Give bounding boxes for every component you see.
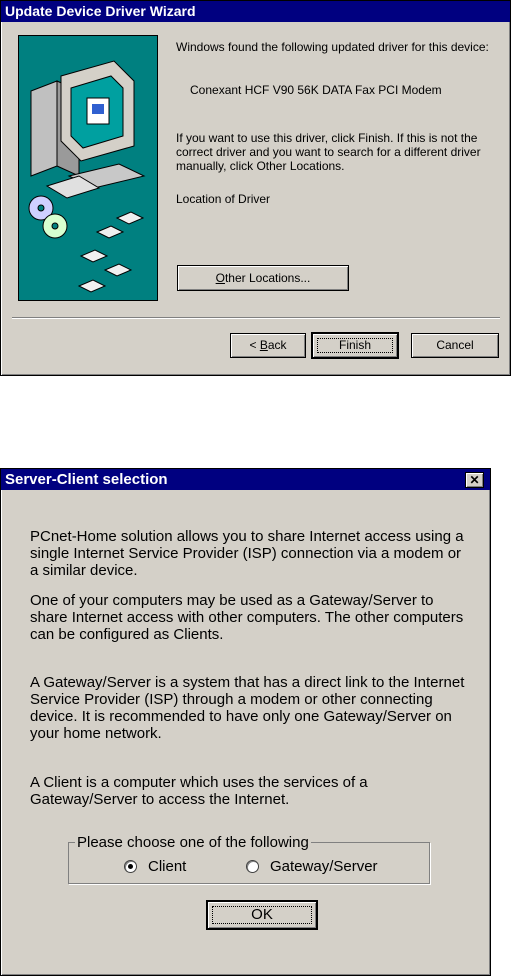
wizard-title-bar[interactable]: Update Device Driver Wizard: [1, 1, 510, 22]
update-driver-wizard-window: Update Device Driver Wizard Windows foun…: [0, 0, 511, 376]
dialog-paragraph-2: One of your computers may be used as a G…: [30, 592, 464, 643]
finish-button[interactable]: Finish: [311, 332, 399, 359]
dialog-title: Server-Client selection: [5, 471, 168, 488]
dialog-paragraph-3: A Gateway/Server is a system that has a …: [30, 674, 465, 742]
finish-label: Finish: [338, 338, 371, 352]
ok-button[interactable]: OK: [206, 900, 318, 930]
client-radio[interactable]: [124, 860, 137, 873]
wizard-instructions: If you want to use this driver, click Fi…: [176, 131, 481, 173]
wizard-illustration: [18, 35, 158, 301]
computer-and-disks-illustration: [28, 60, 146, 293]
back-button[interactable]: < Back: [230, 333, 306, 358]
device-name: Conexant HCF V90 56K DATA Fax PCI Modem: [190, 83, 442, 97]
wizard-separator: [12, 317, 500, 319]
dialog-paragraph-1: PCnet-Home solution allows you to share …: [30, 528, 464, 579]
client-radio-label[interactable]: Client: [148, 858, 186, 875]
client-radio-dot: [128, 864, 133, 869]
choice-group-label: Please choose one of the following: [77, 834, 309, 851]
server-client-dialog: Server-Client selection ✕ PCnet-Home sol…: [0, 468, 491, 976]
back-label: ack: [267, 338, 287, 352]
cancel-button[interactable]: Cancel: [411, 333, 499, 358]
dialog-title-bar[interactable]: Server-Client selection ✕: [1, 469, 490, 490]
wizard-intro-text: Windows found the following updated driv…: [176, 40, 489, 54]
gateway-server-radio-label[interactable]: Gateway/Server: [270, 858, 378, 875]
back-accel: B: [259, 338, 268, 352]
close-icon: ✕: [469, 473, 480, 487]
wizard-title: Update Device Driver Wizard: [5, 3, 196, 19]
other-locations-button[interactable]: Other Locations...: [177, 265, 349, 291]
cancel-label: Cancel: [436, 338, 474, 352]
gateway-server-radio[interactable]: [246, 860, 259, 873]
close-button[interactable]: ✕: [465, 472, 484, 488]
other-locations-accel: O: [215, 271, 225, 285]
ok-label: OK: [251, 906, 273, 923]
other-locations-label: ther Locations...: [224, 271, 311, 285]
location-of-driver-label: Location of Driver: [176, 192, 271, 206]
dialog-paragraph-4: A Client is a computer which uses the se…: [30, 774, 368, 808]
back-label-pre: <: [249, 338, 260, 352]
